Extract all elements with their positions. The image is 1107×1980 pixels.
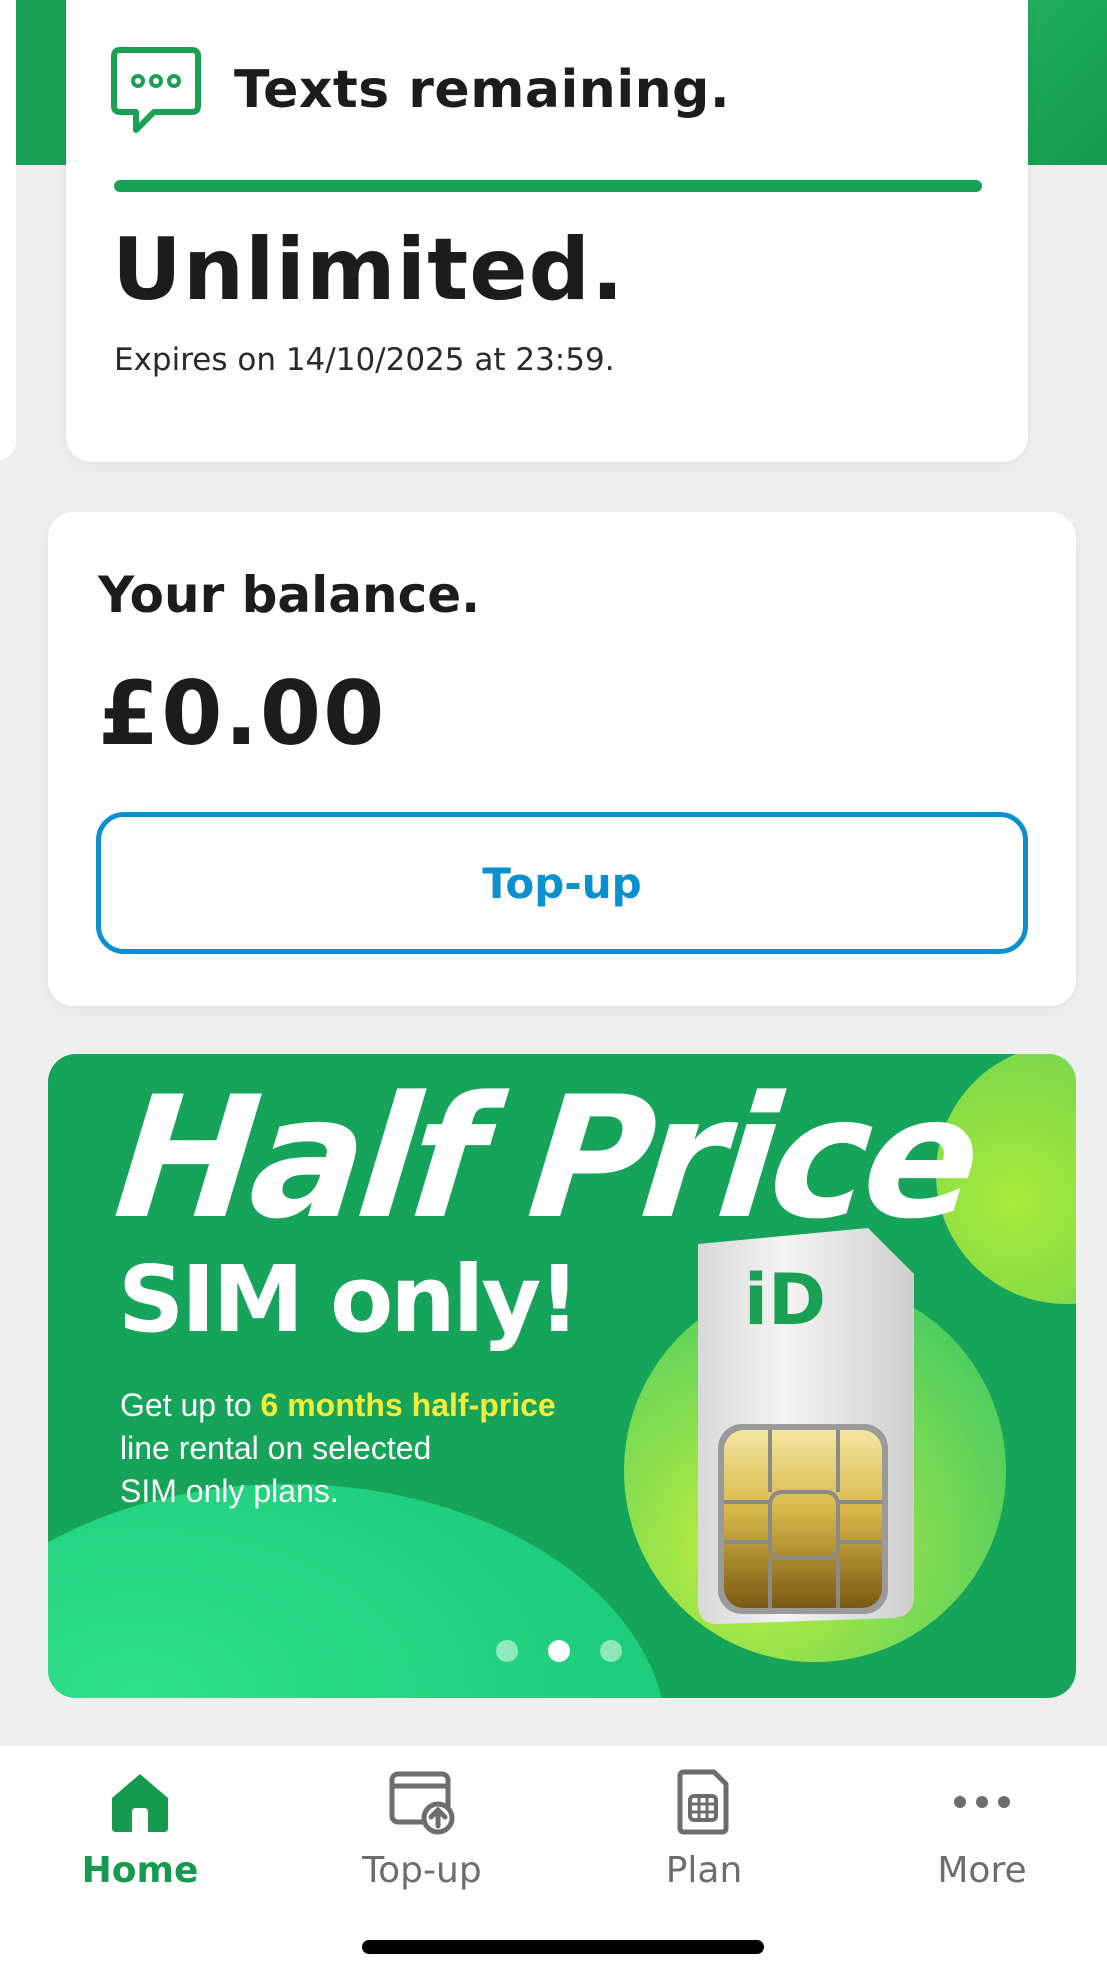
- carousel-dot[interactable]: [496, 1640, 518, 1662]
- tab-home-label: Home: [81, 1850, 199, 1891]
- promo-subheadline: SIM only!: [118, 1246, 580, 1353]
- previous-card-peek[interactable]: [0, 0, 16, 460]
- promo-banner[interactable]: Half Price SIM only! Get up to 6 months …: [48, 1054, 1076, 1698]
- texts-remaining-title: Texts remaining.: [234, 60, 731, 120]
- carousel-dot[interactable]: [600, 1640, 622, 1662]
- tab-plan-label: Plan: [665, 1850, 743, 1891]
- texts-progress-bar: [114, 180, 982, 192]
- promo-headline: Half Price: [107, 1060, 984, 1256]
- sim-logo-text: iD: [744, 1259, 826, 1341]
- more-dots-icon: [954, 1796, 1010, 1808]
- promo-body-highlight: 6 months half-price: [260, 1387, 556, 1423]
- promo-blob: [48, 1484, 668, 1698]
- balance-card: Your balance. £0.00 Top-up: [48, 512, 1076, 1006]
- sim-plan-icon: [677, 1769, 729, 1835]
- tab-plan[interactable]: Plan: [584, 1766, 824, 1906]
- tab-topup-label: Top-up: [362, 1850, 482, 1891]
- home-icon: [112, 1774, 168, 1832]
- texts-expiry-date: Expires on 14/10/2025 at 23:59.: [114, 342, 615, 378]
- bottom-tab-bar: Home Top-up Plan More: [0, 1746, 1107, 1980]
- texts-remaining-value: Unlimited.: [112, 220, 625, 320]
- sim-card-image: iD: [698, 1228, 914, 1624]
- texts-header: Texts remaining.: [110, 40, 730, 140]
- topup-icon: [389, 1771, 455, 1835]
- promo-body-prefix: Get up to: [120, 1387, 261, 1423]
- balance-label: Your balance.: [98, 566, 481, 624]
- promo-body-line3: SIM only plans.: [120, 1473, 339, 1509]
- carousel-dots: [496, 1640, 622, 1662]
- carousel-dot-active[interactable]: [548, 1640, 570, 1662]
- home-indicator[interactable]: [362, 1940, 764, 1954]
- sms-bubble-icon: [111, 47, 201, 133]
- tab-topup[interactable]: Top-up: [302, 1766, 542, 1906]
- tab-home[interactable]: Home: [20, 1766, 260, 1906]
- tab-more-label: More: [937, 1850, 1027, 1891]
- texts-remaining-card: Texts remaining. Unlimited. Expires on 1…: [66, 0, 1028, 462]
- topup-button[interactable]: Top-up: [96, 812, 1028, 954]
- promo-body-line2: line rental on selected: [120, 1430, 432, 1466]
- balance-amount: £0.00: [98, 662, 387, 765]
- tab-more[interactable]: More: [862, 1766, 1102, 1906]
- promo-body: Get up to 6 months half-price line renta…: [120, 1384, 640, 1513]
